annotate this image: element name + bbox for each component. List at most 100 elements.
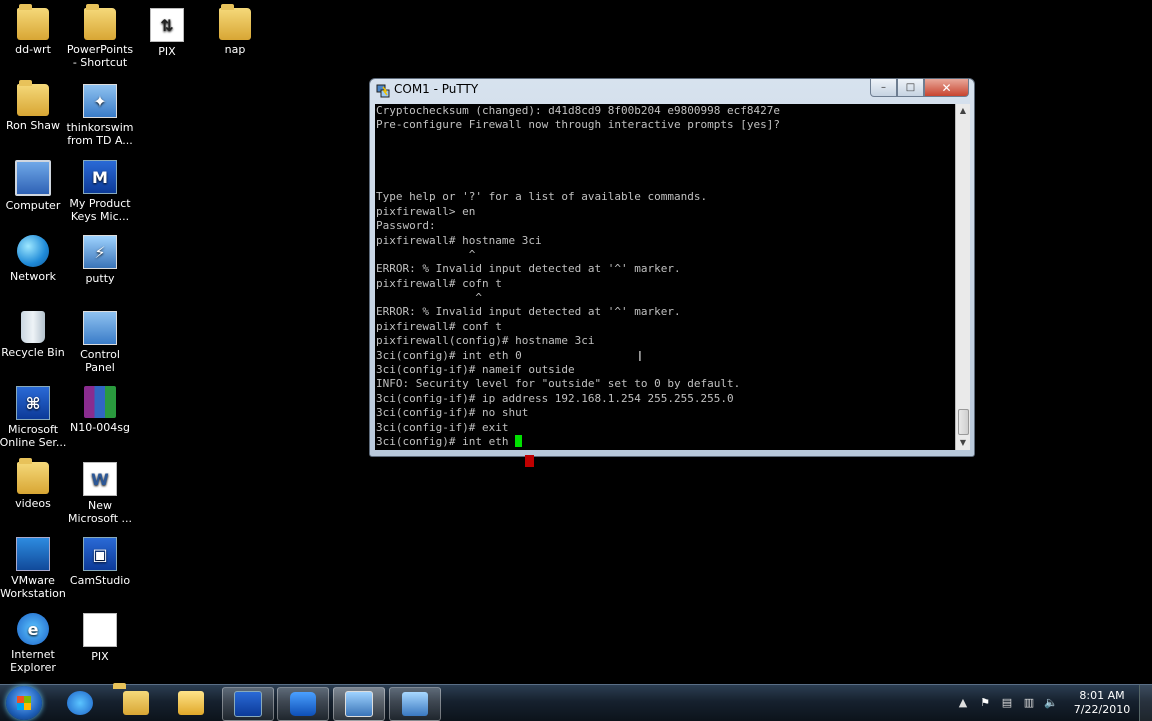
scrollbar-thumb[interactable]: [958, 409, 969, 435]
taskbar-microsoft-online[interactable]: [222, 687, 274, 721]
show-desktop-button[interactable]: [1139, 685, 1152, 721]
terminal-line: Password:: [376, 219, 436, 233]
desktop-icon-internet-explorer[interactable]: e Internet Explorer: [0, 613, 69, 674]
outlook-icon: [178, 691, 204, 715]
action-center-flag-icon[interactable]: ⚑: [977, 696, 993, 710]
desktop-icon-label: PIX: [91, 650, 109, 663]
desktop-icon-network[interactable]: Network: [0, 235, 69, 283]
desktop-icon-label: CamStudio: [69, 574, 131, 587]
internet-explorer-icon: e: [17, 613, 49, 645]
minimize-icon: –: [881, 82, 886, 93]
text-cursor-icon: I: [638, 350, 642, 365]
terminal-line: INFO: Security level for "outside" set t…: [376, 377, 741, 391]
clock-time: 8:01 AM: [1079, 689, 1125, 702]
terminal-line: ERROR: % Invalid input detected at '^' m…: [376, 305, 681, 319]
taskbar-putty[interactable]: [333, 687, 385, 721]
desktop-icon-label: VMware Workstation: [0, 574, 66, 600]
printer-icon[interactable]: ▤: [999, 696, 1015, 710]
clock[interactable]: 8:01 AM 7/22/2010: [1065, 689, 1139, 717]
winrar-icon: [84, 386, 116, 418]
desktop-icon-powerpoints[interactable]: PowerPoints - Shortcut: [64, 4, 136, 69]
desktop-icon-label: My Product Keys Mic...: [69, 197, 131, 223]
desktop-icon-thinkorswim[interactable]: ✦ thinkorswim from TD A...: [64, 84, 136, 147]
system-tray: ▲ ⚑ ▤ ▥ 🔈 8:01 AM 7/22/2010: [955, 685, 1152, 721]
desktop-icon-computer[interactable]: Computer: [0, 160, 69, 212]
user-folder-icon: [17, 80, 49, 116]
taskbar-teamviewer[interactable]: [277, 687, 329, 721]
desktop-icon-control-panel[interactable]: Control Panel: [64, 311, 136, 374]
taskbar-outlook[interactable]: [166, 687, 216, 719]
terminal-line: 3ci(config-if)# exit: [376, 420, 509, 434]
desktop-icon-label: Internet Explorer: [10, 648, 56, 674]
terminal-line: pixfirewall(config)# hostname 3ci: [376, 334, 595, 348]
computer-icon: [15, 160, 51, 196]
desktop-icon-pix[interactable]: ⇅ PIX: [131, 8, 203, 58]
desktop-icon-ron-shaw[interactable]: Ron Shaw: [0, 80, 69, 132]
desktop-icon-recycle-bin[interactable]: Recycle Bin: [0, 311, 69, 359]
desktop-icon-dd-wrt[interactable]: dd-wrt: [0, 4, 69, 56]
desktop-icon-microsoft-online[interactable]: ⌘ Microsoft Online Ser...: [0, 386, 69, 449]
scroll-down-arrow-icon[interactable]: ▼: [956, 436, 970, 450]
folder-icon: [17, 458, 49, 494]
desktop-icon-vmware[interactable]: VMware Workstation: [0, 537, 69, 600]
desktop-icon-label: New Microsoft ...: [67, 499, 133, 525]
desktop-icon-n10[interactable]: N10-004sg: [64, 386, 136, 434]
desktop-icon-label: videos: [15, 497, 51, 510]
clock-date: 7/22/2010: [1073, 703, 1131, 716]
desktop-icon-label: putty: [85, 272, 115, 285]
putty-icon: [345, 691, 373, 717]
terminal-line: Pre-configure Firewall now through inter…: [376, 118, 780, 132]
desktop-icon-new-microsoft[interactable]: W New Microsoft ...: [64, 462, 136, 525]
desktop-icon-product-keys[interactable]: M My Product Keys Mic...: [64, 160, 136, 223]
pix-document-icon: ⇅: [150, 8, 184, 42]
desktop-icon-label: Recycle Bin: [1, 346, 65, 359]
network-tray-icon[interactable]: ▥: [1021, 696, 1037, 710]
terminal-line: Type help or '?' for a list of available…: [376, 190, 708, 204]
maximize-button[interactable]: □: [897, 79, 924, 97]
terminal-line: Cryptochecksum (changed): d41d8cd9 8f00b…: [376, 104, 780, 117]
putty-window[interactable]: COM1 - PuTTY – □ ✕ Cryptochecksum (chang…: [369, 78, 975, 457]
volume-icon[interactable]: 🔈: [1043, 696, 1059, 710]
vmware-icon: [16, 537, 50, 571]
close-button[interactable]: ✕: [924, 79, 969, 97]
desktop-icon-camstudio[interactable]: ▣ CamStudio: [64, 537, 136, 587]
windows-logo-icon: [17, 696, 31, 710]
document-icon: [83, 613, 117, 647]
recycle-bin-icon: [21, 311, 45, 343]
minimize-button[interactable]: –: [870, 79, 897, 97]
teamviewer-icon: [290, 692, 316, 716]
magicjelly-icon: M: [83, 160, 117, 194]
taskbar-windows-explorer[interactable]: [111, 687, 161, 719]
terminal-scrollbar[interactable]: ▲ ▼: [955, 104, 970, 450]
scroll-up-arrow-icon[interactable]: ▲: [956, 104, 970, 118]
desktop-icon-label: N10-004sg: [70, 421, 130, 434]
taskbar-camstudio[interactable]: [389, 687, 441, 721]
putty-title: COM1 - PuTTY: [394, 82, 479, 96]
terminal-output[interactable]: Cryptochecksum (changed): d41d8cd9 8f00b…: [375, 104, 955, 450]
recording-marker: [525, 455, 534, 467]
terminal-line: pixfirewall# conf t: [376, 319, 502, 333]
desktop-icon-label: Network: [10, 270, 56, 283]
microsoft-online-icon: [234, 691, 262, 717]
start-button[interactable]: [6, 686, 42, 720]
desktop-icon-label: thinkorswim from TD A...: [66, 121, 134, 147]
putty-titlebar[interactable]: COM1 - PuTTY – □ ✕: [370, 79, 974, 101]
taskbar-internet-explorer[interactable]: [55, 687, 105, 719]
folder-icon: [219, 4, 251, 40]
windows-explorer-icon: [123, 691, 149, 715]
desktop-icon-videos[interactable]: videos: [0, 458, 69, 510]
show-hidden-icons-arrow-icon[interactable]: ▲: [955, 696, 971, 710]
terminal-line: 3ci(config)# int eth: [375, 434, 955, 449]
desktop-icon-putty[interactable]: ⚡ putty: [64, 235, 136, 285]
terminal-line: pixfirewall> en: [376, 204, 476, 218]
maximize-icon: □: [905, 82, 916, 93]
desktop-icon-nap[interactable]: nap: [199, 4, 271, 56]
putty-icon: [376, 83, 390, 98]
desktop-icon-pix-doc[interactable]: PIX: [64, 613, 136, 663]
camstudio-icon: ▣: [83, 537, 117, 571]
putty-icon: ⚡: [83, 235, 117, 269]
